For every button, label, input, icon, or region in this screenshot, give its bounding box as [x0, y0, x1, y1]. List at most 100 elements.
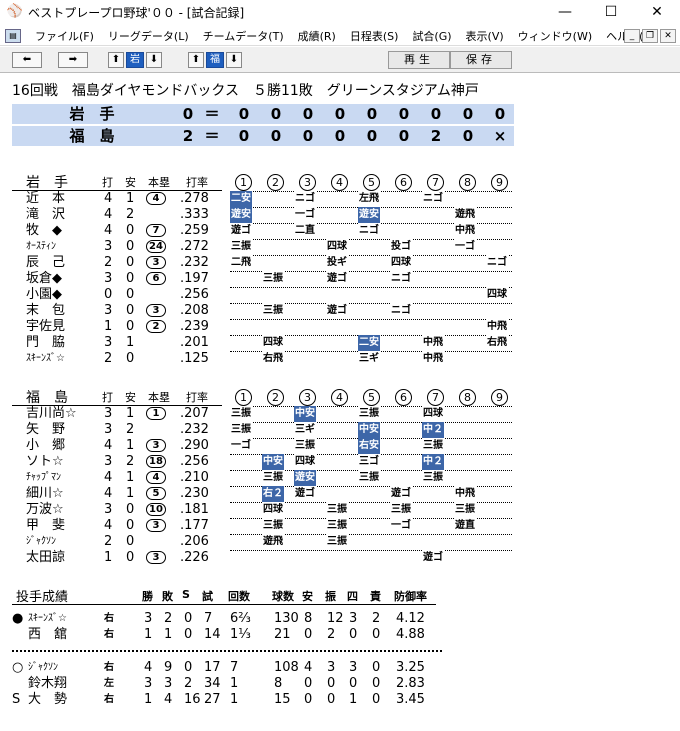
batter-row[interactable]: ｼﾞｬｸｿﾝ 2 0 .206 遊飛 三振: [12, 534, 532, 550]
menu-team-data[interactable]: チームデータ(T): [203, 28, 284, 44]
batting-average: .125: [180, 351, 209, 366]
pitcher-era: 4.12: [396, 611, 425, 626]
menu-league-data[interactable]: リーグデータ(L): [108, 28, 189, 44]
batter-row[interactable]: 小 郷 4 1 3 .290 一ゴ 三振 右安 三振: [12, 438, 532, 454]
arrow-up-icon-2[interactable]: ⬆: [188, 52, 204, 68]
pitcher-s: 0: [184, 627, 193, 642]
pitcher-w: 4: [144, 660, 153, 675]
at-bat-result: 中飛: [454, 223, 476, 239]
pitcher-hand: 右: [104, 694, 114, 705]
scoreboard-row: 福 島 2 ＝ 0 0 0 0 0 0 2 0 ×: [12, 126, 514, 146]
hit-result: 右２: [262, 486, 284, 502]
batter-row[interactable]: 矢 野 3 2 .232 三振 三ギ 中安 中２: [12, 422, 532, 438]
inning-label: 8: [459, 174, 476, 191]
at-bat-result: 四球: [262, 335, 284, 351]
batter-row[interactable]: 坂倉◆ 3 0 6 .197 三振 遊ゴ ニゴ: [12, 271, 532, 287]
batter-row[interactable]: 細川☆ 4 1 5 .230 右２ 遊ゴ 遊ゴ 中飛: [12, 486, 532, 502]
batter-row[interactable]: ｽｷｰﾝｽﾞ☆ 2 0 .125 右飛 三ギ 中飛: [12, 351, 532, 367]
menu-view[interactable]: 表示(V): [466, 28, 504, 44]
at-bats: 3: [104, 239, 113, 254]
batter-row[interactable]: 牧 ◆ 4 0 7 .259 遊ゴ 二直 ニゴ 中飛: [12, 223, 532, 239]
batter-name: 吉川尚☆: [26, 406, 77, 421]
hit-result: 遊安: [230, 207, 252, 223]
home-run-count: 24: [146, 240, 166, 253]
menu-game[interactable]: 試合(G): [412, 28, 451, 44]
pitcher-row[interactable]: S大 勢右 1 4 16 27 1 15 0 0 1 0 3.45: [12, 692, 452, 708]
arrow-down-icon-2[interactable]: ⬇: [226, 52, 242, 68]
pitcher-g: 27: [204, 692, 221, 707]
pitcher-row[interactable]: 西 舘右 1 1 0 14 1⅓ 21 0 2 0 0 4.88: [12, 627, 452, 643]
arrow-right-icon[interactable]: ➡: [58, 52, 88, 68]
batter-row[interactable]: 甲 斐 4 0 3 .177 三振 三振 一ゴ 遊直: [12, 518, 532, 534]
batter-row[interactable]: 滝 沢 4 2 .333 遊安 一ゴ 遊安 遊飛: [12, 207, 532, 223]
hits: 0: [126, 534, 135, 549]
replay-button[interactable]: 再生: [388, 51, 450, 69]
home-run-count: 3: [146, 519, 166, 532]
batter-row[interactable]: ソト☆ 3 2 18 .256 中安 四球 三ゴ 中２: [12, 454, 532, 470]
batter-row[interactable]: 万波☆ 3 0 10 .181 四球 三振 三振 三振: [12, 502, 532, 518]
at-bat-result: 遊ゴ: [422, 550, 444, 566]
home-run-count: 2: [146, 320, 166, 333]
pitcher-row[interactable]: ○ ｼﾞｬｸｿﾝ右 4 9 0 17 7 108 4 3 3 0 3.25: [12, 660, 452, 676]
arrow-left-icon[interactable]: ⬅: [12, 52, 42, 68]
batter-row[interactable]: 門 脇 3 1 .201 四球 二安 中飛 右飛: [12, 335, 532, 351]
batter-name: 甲 斐: [26, 518, 66, 533]
pitching-title: 投手成績: [16, 590, 69, 605]
minimize-button[interactable]: —: [542, 0, 588, 24]
batter-row[interactable]: 太田諒 1 0 3 .226 遊ゴ: [12, 550, 532, 566]
window-title: ベストプレープロ野球'００ - [試合記録]: [28, 5, 245, 20]
batter-name: 末 包: [26, 303, 66, 318]
batter-row[interactable]: 宇佐見 1 0 2 .239 中飛: [12, 319, 532, 335]
menu-window[interactable]: ウィンドウ(W): [518, 28, 592, 44]
menu-schedule[interactable]: 日程表(S): [350, 28, 399, 44]
pitcher-ip: 1: [230, 692, 239, 707]
maximize-button[interactable]: ☐: [588, 0, 634, 24]
pitching-header-underline: [12, 604, 436, 605]
batter-row[interactable]: ﾁｬｯﾌﾟﾏﾝ 4 1 4.210 三振 遊安 三振 三振: [12, 470, 532, 486]
batting-average: .256: [180, 454, 209, 469]
scoreboard-inning-run: 0: [238, 127, 250, 145]
pitcher-row[interactable]: ● ｽｷｰﾝｽﾞ☆ 右 3 2 0 7 6⅔ 130 8 12 3 2 4.12: [12, 611, 452, 627]
at-bats: 0: [104, 287, 113, 302]
save-button[interactable]: 保存: [450, 51, 512, 69]
inning-label: 7: [427, 389, 444, 406]
batter-name: 坂倉◆: [26, 271, 62, 286]
hits: 0: [126, 502, 135, 517]
close-button[interactable]: ✕: [634, 0, 680, 24]
scoreboard-runs: 0: [182, 105, 194, 123]
scoreboard-inning-run: 0: [334, 127, 346, 145]
batter-row[interactable]: 小園◆ 0 0 .256 四球: [12, 287, 532, 303]
at-bat-result: 投ゴ: [390, 239, 412, 255]
batting-average: .206: [180, 534, 209, 549]
mdi-close-icon[interactable]: ✕: [660, 29, 676, 43]
batter-row[interactable]: 吉川尚☆ 3 1 1.207 三振 中安 三振 四球: [12, 406, 532, 422]
pitcher-bb: 0: [349, 627, 358, 642]
batter-row[interactable]: 辰 己 2 0 3 .232 二飛 投ギ 四球 ニゴ: [12, 255, 532, 271]
pitcher-np: 15: [274, 692, 291, 707]
arrow-up-icon[interactable]: ⬆: [108, 52, 124, 68]
batter-row[interactable]: ｵｰｽﾃｨﾝ 3 0 24 .272 三振 四球 投ゴ 一ゴ: [12, 239, 532, 255]
pitcher-s: 2: [184, 676, 193, 691]
menu-stats[interactable]: 成績(R): [298, 28, 336, 44]
at-bat-result: 二直: [294, 223, 316, 239]
at-bats: 3: [104, 422, 113, 437]
vertical-scrollbar[interactable]: [672, 74, 680, 731]
at-bat-result: ニゴ: [390, 271, 412, 287]
team-iwate-toggle[interactable]: 岩: [126, 52, 144, 68]
batter-row[interactable]: 近 本 4 1 4 .278 二安 ニゴ 左飛 ニゴ: [12, 191, 532, 207]
hits: 1: [126, 486, 135, 501]
pitcher-er: 0: [372, 676, 381, 691]
at-bat-result: 三振: [422, 438, 444, 454]
at-bat-result: 右飛: [486, 335, 508, 351]
arrow-down-icon[interactable]: ⬇: [146, 52, 162, 68]
team-fukushima-toggle[interactable]: 福: [206, 52, 224, 68]
batter-row[interactable]: 末 包 3 0 3 .208 三振 遊ゴ ニゴ: [12, 303, 532, 319]
mdi-restore-icon[interactable]: ❐: [642, 29, 658, 43]
document-icon[interactable]: ▤: [5, 28, 21, 43]
pitcher-s: 16: [184, 692, 201, 707]
pitching-column-header: 四: [347, 590, 358, 603]
inning-label: 1: [235, 389, 252, 406]
menu-file[interactable]: ファイル(F): [35, 28, 94, 44]
mdi-minimize-icon[interactable]: _: [624, 29, 640, 43]
pitcher-row[interactable]: 鈴木翔左 3 3 2 34 1 8 0 0 0 0 2.83: [12, 676, 452, 692]
